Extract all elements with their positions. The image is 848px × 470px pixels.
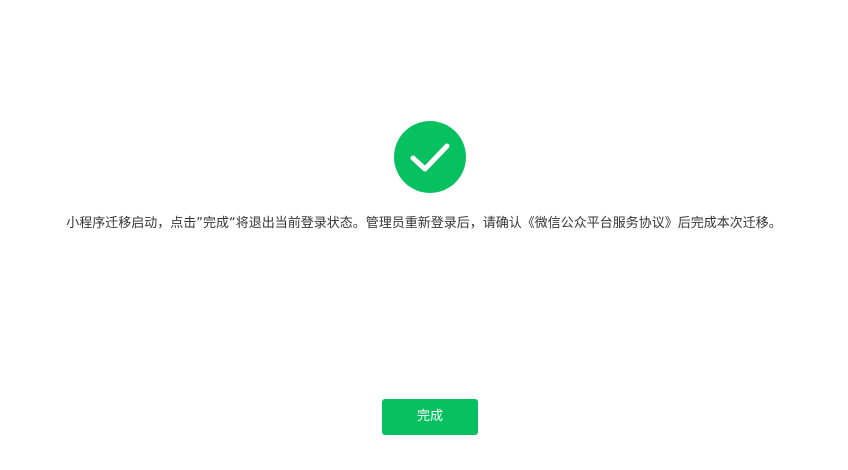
- check-circle-icon: [394, 121, 466, 193]
- done-button[interactable]: 完成: [382, 399, 478, 435]
- migration-message: 小程序迁移启动，点击”完成“将退出当前登录状态。管理员重新登录后，请确认《微信公…: [66, 216, 782, 231]
- migration-success-page: 小程序迁移启动，点击”完成“将退出当前登录状态。管理员重新登录后，请确认《微信公…: [0, 0, 848, 470]
